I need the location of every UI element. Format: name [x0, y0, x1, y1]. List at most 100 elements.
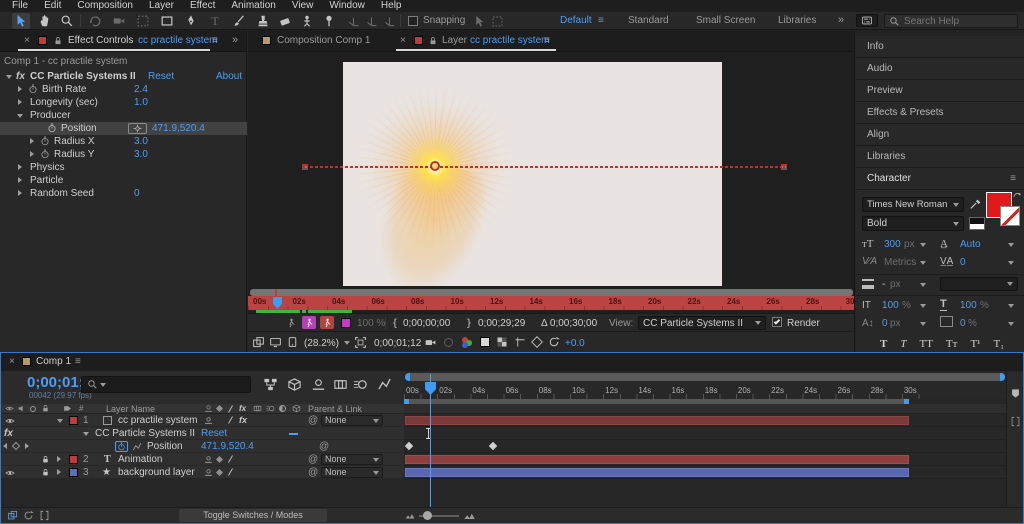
exposure-reset-button[interactable] [548, 336, 560, 348]
panel-menu-icon[interactable]: ≡ [544, 35, 550, 46]
effect-controls-tab-title[interactable]: Effect Controls [68, 35, 133, 46]
zoom-in-hills-icon[interactable] [463, 510, 476, 522]
rotation-tool-button[interactable] [86, 13, 104, 29]
world-axis-mode-button[interactable] [362, 13, 380, 29]
collapse-switch[interactable] [216, 469, 223, 476]
eraser-tool-button[interactable] [276, 13, 294, 29]
lock-icon[interactable] [53, 36, 63, 46]
effect-about-link[interactable]: About [216, 70, 242, 83]
prev-keyframe-button[interactable] [3, 443, 7, 449]
physics-twirl[interactable] [18, 164, 22, 170]
parent-select[interactable]: None [321, 467, 383, 478]
menu-item[interactable]: Layer [141, 0, 182, 12]
mask-visibility-button[interactable] [531, 336, 543, 348]
zoom-level-value[interactable]: (28.2%) [304, 338, 339, 349]
faux-italic-button[interactable]: T [900, 338, 906, 350]
parent-select[interactable]: None [321, 415, 383, 426]
position-picker-button[interactable] [128, 123, 147, 134]
layer-row-3[interactable]: 3 ★ background layer @ None [1, 466, 404, 479]
layer-twirl[interactable] [57, 456, 61, 462]
rectangle-tool-button[interactable] [158, 13, 176, 29]
type-tool-button[interactable]: T [206, 13, 224, 29]
help-search-input[interactable] [904, 16, 1004, 27]
workspace-tab-standard[interactable]: Standard [628, 15, 669, 26]
radius-y-value[interactable]: 3.0 [134, 148, 148, 161]
viewer-scrollbar[interactable] [250, 289, 853, 296]
birth-rate-twirl[interactable] [18, 86, 22, 92]
dock-panel-header[interactable]: Effects & Presets [856, 102, 1024, 124]
channel-swatch[interactable] [341, 318, 351, 328]
always-preview-button[interactable] [252, 336, 265, 349]
chevron-down-icon[interactable] [920, 261, 926, 265]
property-pickwhip[interactable]: @ [319, 440, 329, 453]
character-panel-header[interactable]: Character ≡ [856, 168, 1024, 190]
graph-editor-button[interactable] [377, 377, 392, 392]
zoom-tool-button[interactable] [58, 13, 76, 29]
navigator-end-cap[interactable] [1000, 373, 1005, 381]
viewer-timecode[interactable]: 0;00;01;12 [374, 338, 421, 349]
dock-panel-header[interactable]: Preview [856, 80, 1024, 102]
menu-item[interactable]: Composition [69, 0, 141, 12]
producer-twirl[interactable] [17, 114, 23, 118]
menu-item[interactable]: File [4, 0, 36, 12]
layer-name[interactable]: background layer [118, 466, 195, 479]
region-of-interest-button[interactable] [354, 336, 367, 349]
workspace-tab-default[interactable]: Default [560, 15, 592, 26]
superscript-button[interactable]: T¹ [970, 338, 980, 350]
dock-panel-header[interactable]: Audio [856, 58, 1024, 80]
effect-name[interactable]: CC Particle Systems II [30, 70, 136, 83]
workspace-menu-icon[interactable]: ≡ [598, 15, 604, 26]
menu-item[interactable]: Effect [182, 0, 223, 12]
font-style-select[interactable]: Bold [862, 216, 964, 231]
longevity-twirl[interactable] [18, 99, 22, 105]
parent-pickwhip[interactable]: @ [308, 466, 318, 479]
panel-overflow-chevron[interactable]: » [232, 34, 238, 46]
fx-switch[interactable]: fx [239, 414, 247, 427]
view-toggle-3[interactable] [320, 316, 334, 329]
stroke-style-select[interactable] [940, 277, 1018, 291]
horizontal-scale-value[interactable]: 100 [960, 300, 977, 311]
lock-toggle[interactable] [41, 455, 50, 464]
comp-button-icon[interactable] [1010, 416, 1021, 427]
panel-menu-icon[interactable]: ≡ [1010, 168, 1016, 190]
stroke-width-value[interactable]: - [882, 279, 885, 290]
vertical-scale-value[interactable]: 100 [882, 300, 899, 311]
checkerboard-button[interactable] [496, 336, 508, 348]
local-axis-mode-button[interactable] [344, 13, 362, 29]
workspace-overflow-chevron[interactable]: » [838, 14, 844, 26]
eye-toggle[interactable] [5, 416, 15, 426]
puppet-pin-tool-button[interactable] [320, 13, 338, 29]
camera-tool-button[interactable] [110, 13, 128, 29]
in-point-value[interactable]: 0;00;00;00 [403, 318, 450, 329]
menu-item[interactable]: View [284, 0, 322, 12]
font-size-value[interactable]: 300 [884, 239, 901, 250]
toggle-switches-modes-button[interactable]: Toggle Switches / Modes [179, 509, 327, 522]
selection-tool-button[interactable] [12, 13, 30, 29]
preview-opacity[interactable]: 100 % [357, 318, 385, 329]
layer-label-chip[interactable] [69, 468, 78, 477]
view-axis-mode-button[interactable] [380, 13, 398, 29]
effect-reset-link[interactable]: Reset [148, 70, 174, 83]
position-property-row[interactable]: Position 471.9,520.4 @ [1, 440, 404, 453]
stopwatch-icon[interactable] [28, 84, 38, 94]
close-tab-icon[interactable]: × [400, 35, 406, 46]
all-caps-button[interactable]: TT [919, 338, 932, 350]
close-tab-icon[interactable]: × [9, 356, 15, 367]
snapping-checkbox[interactable] [408, 16, 418, 26]
layer-name[interactable]: cc practile system [118, 414, 197, 427]
stroke-color-swatch[interactable] [1000, 206, 1020, 226]
brush-tool-button[interactable] [230, 13, 248, 29]
chevron-down-icon[interactable] [920, 243, 926, 247]
snap-options-button[interactable] [470, 13, 488, 29]
collapse-switch[interactable] [216, 456, 223, 463]
workspace-tab-libraries[interactable]: Libraries [778, 15, 816, 26]
birth-rate-value[interactable]: 2.4 [134, 83, 148, 96]
effect-controls-tab-target[interactable]: cc practile system [138, 35, 217, 46]
comp-marker-bin-icon[interactable] [1010, 388, 1021, 399]
expand-layer-switches-icon[interactable] [7, 510, 18, 521]
snap-grid-button[interactable] [488, 13, 506, 29]
eye-toggle[interactable] [5, 468, 15, 478]
panel-menu-icon[interactable]: ≡ [212, 35, 218, 46]
primary-viewer-button[interactable] [269, 336, 282, 349]
timeline-ruler[interactable]: 00s02s04s06s08s10s12s14s16s18s20s22s24s2… [404, 382, 1006, 399]
